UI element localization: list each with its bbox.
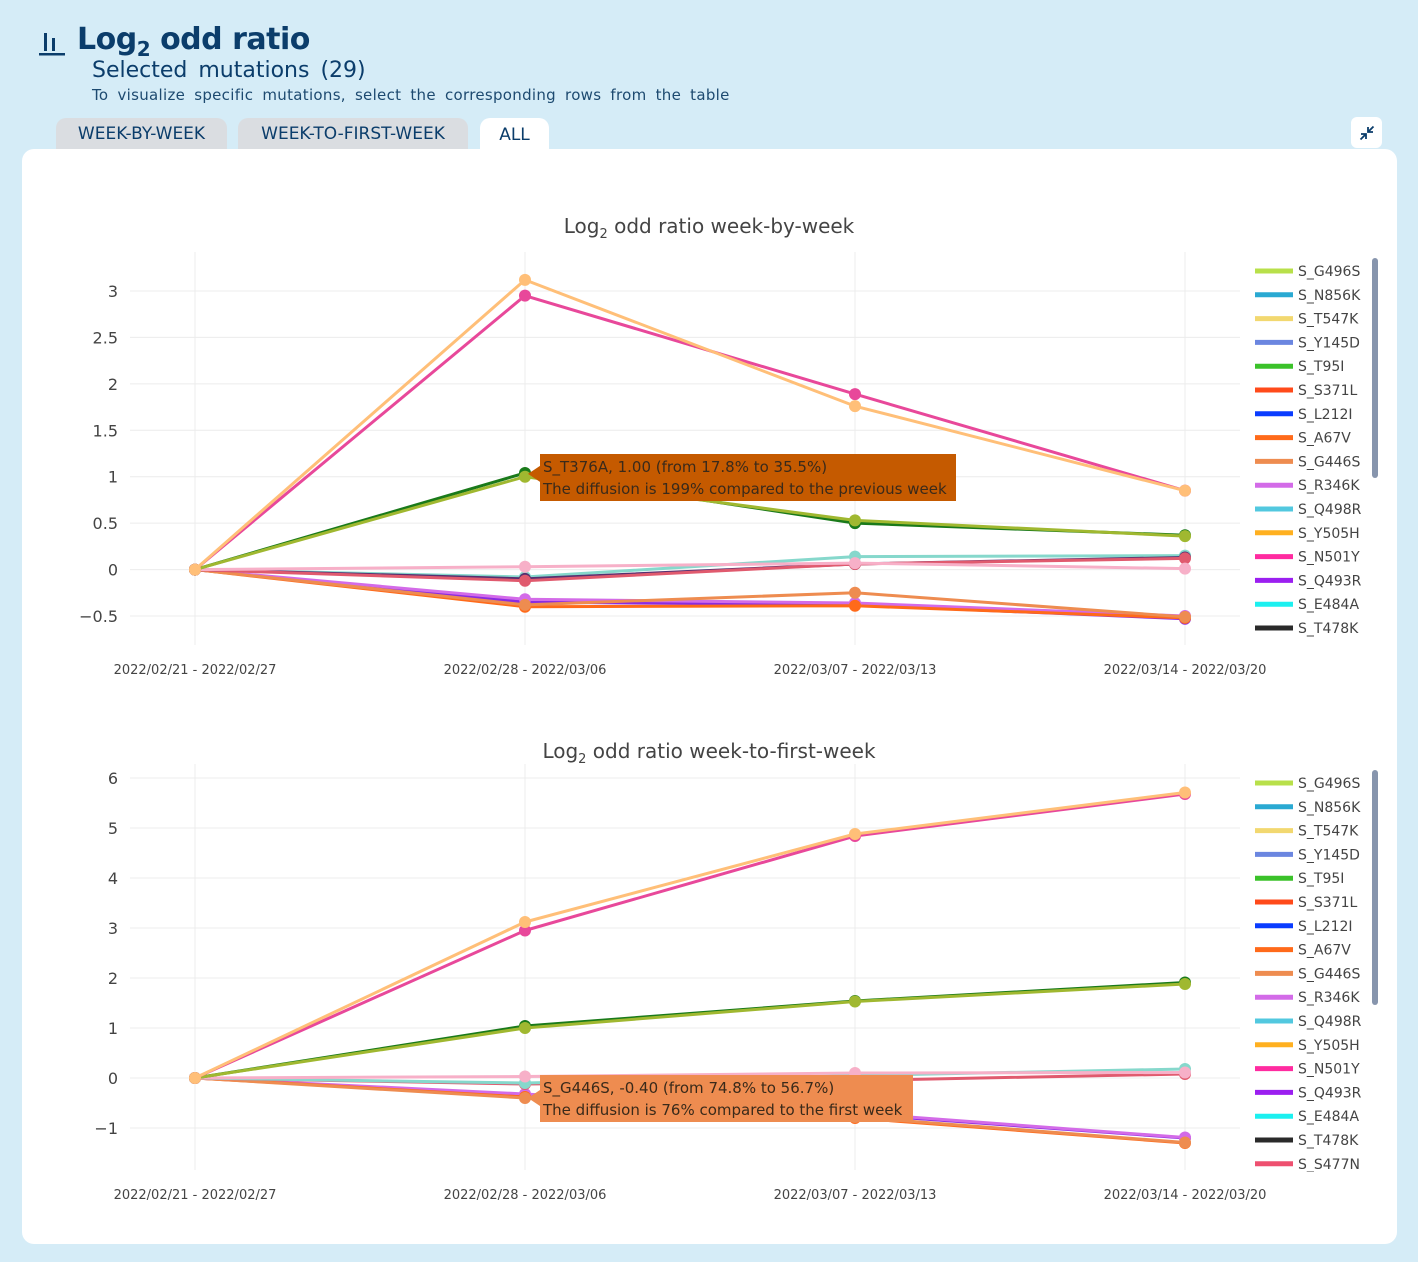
legend-item: S_S477N — [1298, 1157, 1360, 1173]
series-line — [194, 792, 1186, 1080]
legend-item: S_L212I — [1298, 919, 1353, 935]
data-point — [1179, 1136, 1191, 1149]
legend-item: S_N856K — [1298, 800, 1361, 816]
chart-title-rest: odd ratio week-to-first-week — [586, 739, 876, 763]
chart-title-main: Log — [542, 739, 578, 763]
legend-item: S_Q498R — [1298, 1014, 1362, 1030]
legend-item: S_Q493R — [1298, 1085, 1362, 1101]
chart-week-to-first-week: Log2 odd ratio week-to-first-week6543210… — [94, 739, 1362, 1203]
data-point — [519, 1070, 531, 1083]
legend-item: S_R346K — [1298, 990, 1360, 1006]
data-point — [849, 828, 861, 840]
legend-item: S_T547K — [1298, 824, 1359, 840]
y-tick-label: −1 — [94, 1119, 118, 1138]
legend-item: S_A67V — [1298, 943, 1351, 959]
series-line — [194, 981, 1186, 1080]
data-point — [519, 1022, 531, 1034]
legend-item: S_G446S — [1298, 966, 1360, 982]
legend-scrollbar[interactable] — [1372, 258, 1378, 478]
legend: S_G496S S_N856K S_T547K S_Y145D S_T95I S_S371… — [1255, 776, 1362, 1173]
tooltip-detail: The diffusion is 76% compared to the fir… — [542, 1101, 903, 1119]
data-point — [1179, 1066, 1191, 1079]
data-point — [1179, 786, 1191, 799]
legend-item: S_G496S — [1298, 776, 1360, 792]
tooltip-label: S_G446S, -0.40 (from 74.8% to 56.7%) — [543, 1079, 834, 1098]
y-tick-label: 4 — [108, 869, 118, 888]
data-point — [519, 916, 531, 928]
y-tick-label: 6 — [108, 769, 118, 788]
y-tick-label: 2 — [108, 969, 118, 988]
legend-item: S_N501Y — [1298, 1062, 1360, 1078]
legend-item: S_Y145D — [1298, 847, 1360, 863]
legend-item: S_Y505H — [1298, 1038, 1360, 1054]
data-point — [189, 1072, 201, 1084]
x-tick-label: 2022/03/14 - 2022/03/20 — [1104, 1188, 1267, 1203]
hover-tooltip: S_G446S, -0.40 (from 74.8% to 56.7%) The … — [528, 1075, 913, 1122]
x-tick-label: 2022/03/07 - 2022/03/13 — [774, 1188, 937, 1203]
legend-item: S_T478K — [1298, 1133, 1359, 1149]
legend-item: S_E484A — [1298, 1109, 1359, 1125]
legend-scrollbar[interactable] — [1372, 770, 1378, 1005]
legend-item: S_S371L — [1298, 895, 1357, 911]
series-line — [194, 791, 1186, 1080]
chart-title: Log2 odd ratio week-to-first-week — [542, 739, 876, 767]
series-line — [194, 982, 1186, 1080]
y-tick-label: 5 — [108, 819, 118, 838]
chart-title-sub: 2 — [578, 752, 586, 767]
y-tick-label: 1 — [108, 1019, 118, 1038]
data-point — [1179, 978, 1191, 990]
x-tick-label: 2022/02/28 - 2022/03/06 — [444, 1188, 607, 1203]
y-tick-label: 3 — [108, 919, 118, 938]
y-tick-label: 0 — [108, 1069, 118, 1088]
x-tick-label: 2022/02/21 - 2022/02/27 — [114, 1188, 277, 1203]
legend-item: S_T95I — [1298, 871, 1344, 887]
data-point — [849, 995, 861, 1008]
